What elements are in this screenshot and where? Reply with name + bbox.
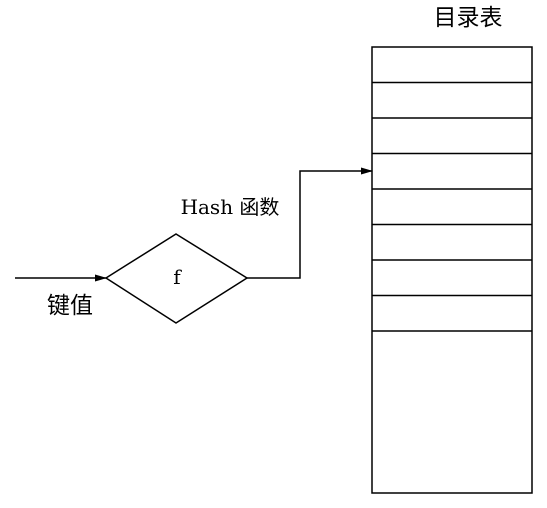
hash-function-label: Hash 函数 bbox=[181, 195, 280, 219]
output-arrow bbox=[247, 167, 373, 279]
directory-slots bbox=[372, 81, 532, 332]
input-label: 键值 bbox=[47, 293, 93, 319]
directory-title: 目录表 bbox=[434, 5, 503, 31]
hash-directory-diagram: 目录表 键值 f Hash 函数 bbox=[15, 5, 533, 494]
directory-table bbox=[371, 46, 533, 494]
hash-function-symbol: f bbox=[173, 265, 182, 289]
